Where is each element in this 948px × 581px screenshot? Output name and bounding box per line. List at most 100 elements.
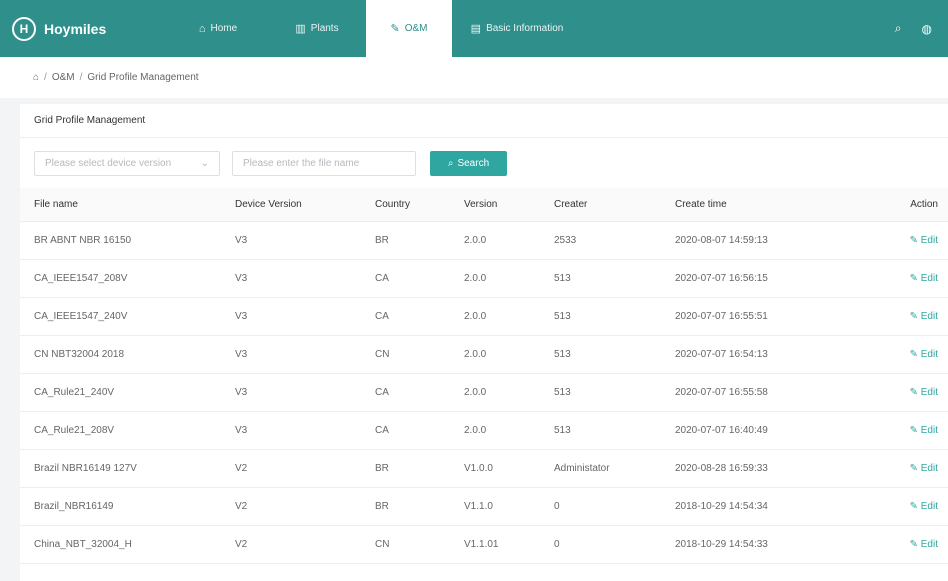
nav-home[interactable]: ⌂ Home: [168, 0, 268, 57]
search-button[interactable]: ⌕ Search: [430, 150, 507, 176]
pencil-icon: ✎: [909, 387, 918, 398]
pencil-icon: ✎: [909, 349, 918, 360]
cell-file-name: CA_IEEE1547_208V: [34, 273, 128, 284]
edit-label: Edit: [920, 387, 938, 398]
brand[interactable]: H Hoymiles: [0, 0, 168, 57]
nav-basic-label: Basic Information: [486, 23, 564, 34]
hoymiles-logo-icon: H: [12, 16, 36, 41]
cell-device-version: V3: [235, 273, 248, 284]
header-version: Version: [464, 199, 498, 210]
edit-button[interactable]: ✎ Edit: [875, 539, 948, 550]
cell-device-version: V3: [235, 235, 248, 246]
cell-device-version: V3: [235, 349, 248, 360]
cell-create-time: 2020-07-07 16:55:51: [675, 311, 768, 322]
search-icon[interactable]: ⌕: [895, 21, 902, 36]
header-create-time: Create time: [675, 199, 727, 210]
device-version-select[interactable]: Please select device version ⌄: [34, 150, 220, 176]
file-name-placeholder: Please enter the file name: [243, 157, 360, 169]
cell-file-name: Brazil NBR16149 127V: [34, 463, 137, 474]
cell-file-name: CA_Rule21_208V: [34, 425, 115, 436]
pencil-icon: ✎: [909, 539, 918, 550]
file-name-input[interactable]: Please enter the file name: [232, 150, 416, 176]
nav-home-label: Home: [210, 23, 238, 34]
globe-icon[interactable]: ◍: [922, 22, 932, 36]
edit-button[interactable]: ✎ Edit: [875, 273, 948, 284]
cell-file-name: BR ABNT NBR 16150: [34, 235, 132, 246]
cell-create-time: 2018-10-29 14:54:34: [675, 501, 768, 512]
cell-create-time: 2020-07-07 16:40:49: [675, 425, 768, 436]
edit-button[interactable]: ✎ Edit: [875, 463, 948, 474]
cell-version: V1.1.0: [464, 501, 493, 512]
cell-country: BR: [375, 463, 389, 474]
cell-country: BR: [375, 501, 389, 512]
pencil-icon: ✎: [909, 463, 918, 474]
table-row: Brazil NBR16149 127V V2 BR V1.0.0 Admini…: [20, 450, 948, 488]
edit-button[interactable]: ✎ Edit: [875, 311, 948, 322]
cell-device-version: V2: [235, 539, 248, 550]
breadcrumb-home-icon[interactable]: ⌂: [33, 72, 39, 83]
table-row: China_NBT_32004_H V2 CN V1.1.01 0 2018-1…: [20, 526, 948, 564]
pencil-icon: ✎: [909, 425, 918, 436]
breadcrumb-oam[interactable]: O&M: [52, 72, 75, 83]
edit-button[interactable]: ✎ Edit: [875, 501, 948, 512]
cell-creater: Administator: [554, 463, 610, 474]
cell-country: CA: [375, 387, 389, 398]
table-row: CA_IEEE1547_208V V3 CA 2.0.0 513 2020-07…: [20, 260, 948, 298]
pencil-icon: ✎: [909, 501, 918, 512]
breadcrumb-current: Grid Profile Management: [87, 72, 199, 83]
cell-create-time: 2018-10-29 14:54:33: [675, 539, 768, 550]
top-navigation-bar: H Hoymiles ⌂ Home ▥ Plants ✎ O&M ▤ Basic…: [0, 0, 948, 57]
cell-device-version: V3: [235, 311, 248, 322]
nav-basic-information[interactable]: ▤ Basic Information: [456, 0, 578, 57]
cell-create-time: 2020-07-07 16:54:13: [675, 349, 768, 360]
cell-create-time: 2020-08-28 16:59:33: [675, 463, 768, 474]
card-title: Grid Profile Management: [20, 104, 948, 138]
breadcrumb-separator: /: [79, 72, 83, 83]
header-device-version: Device Version: [235, 199, 302, 210]
cell-file-name: China_NBT_32004_H: [34, 539, 132, 550]
grid-profile-card: Grid Profile Management Please select de…: [20, 104, 948, 581]
edit-button[interactable]: ✎ Edit: [875, 235, 948, 246]
cell-creater: 513: [554, 387, 571, 398]
table-header: File name Device Version Country Version…: [20, 188, 948, 222]
table-row: CA_IEEE1547_240V V3 CA 2.0.0 513 2020-07…: [20, 298, 948, 336]
cell-creater: 513: [554, 311, 571, 322]
cell-version: 2.0.0: [464, 235, 487, 246]
nav-plants[interactable]: ▥ Plants: [268, 0, 366, 57]
header-action: Action: [910, 199, 938, 210]
table-row: CA_Rule21_208V V3 CA 2.0.0 513 2020-07-0…: [20, 412, 948, 450]
edit-button[interactable]: ✎ Edit: [875, 387, 948, 398]
chevron-down-icon: ⌄: [200, 157, 209, 169]
breadcrumb-separator: /: [44, 72, 47, 83]
document-icon: ▤: [470, 23, 482, 35]
header-country: Country: [375, 199, 411, 210]
table-row: CA_Rule21_240V V3 CA 2.0.0 513 2020-07-0…: [20, 374, 948, 412]
cell-creater: 0: [554, 501, 560, 512]
header-actions: ⌕ ◍: [875, 0, 948, 57]
breadcrumb: ⌂ / O&M / Grid Profile Management: [0, 57, 948, 98]
cell-device-version: V3: [235, 387, 248, 398]
pencil-icon: ✎: [909, 235, 918, 246]
cell-creater: 513: [554, 273, 571, 284]
edit-label: Edit: [920, 539, 938, 550]
cell-creater: 513: [554, 349, 571, 360]
grid-profile-table: File name Device Version Country Version…: [20, 188, 948, 564]
cell-country: BR: [375, 235, 389, 246]
cell-device-version: V2: [235, 501, 248, 512]
cell-version: 2.0.0: [464, 273, 487, 284]
edit-label: Edit: [920, 501, 938, 512]
search-icon: ⌕: [447, 157, 454, 169]
cell-version: V1.1.01: [464, 539, 499, 550]
cell-creater: 513: [554, 425, 571, 436]
nav-oam[interactable]: ✎ O&M: [366, 0, 452, 57]
cell-country: CN: [375, 539, 390, 550]
cell-version: 2.0.0: [464, 349, 487, 360]
cell-create-time: 2020-07-07 16:56:15: [675, 273, 768, 284]
edit-label: Edit: [920, 463, 938, 474]
cell-version: V1.0.0: [464, 463, 493, 474]
edit-button[interactable]: ✎ Edit: [875, 349, 948, 360]
header-creater: Creater: [554, 199, 588, 210]
edit-button[interactable]: ✎ Edit: [875, 425, 948, 436]
cell-version: 2.0.0: [464, 311, 487, 322]
cell-device-version: V2: [235, 463, 248, 474]
